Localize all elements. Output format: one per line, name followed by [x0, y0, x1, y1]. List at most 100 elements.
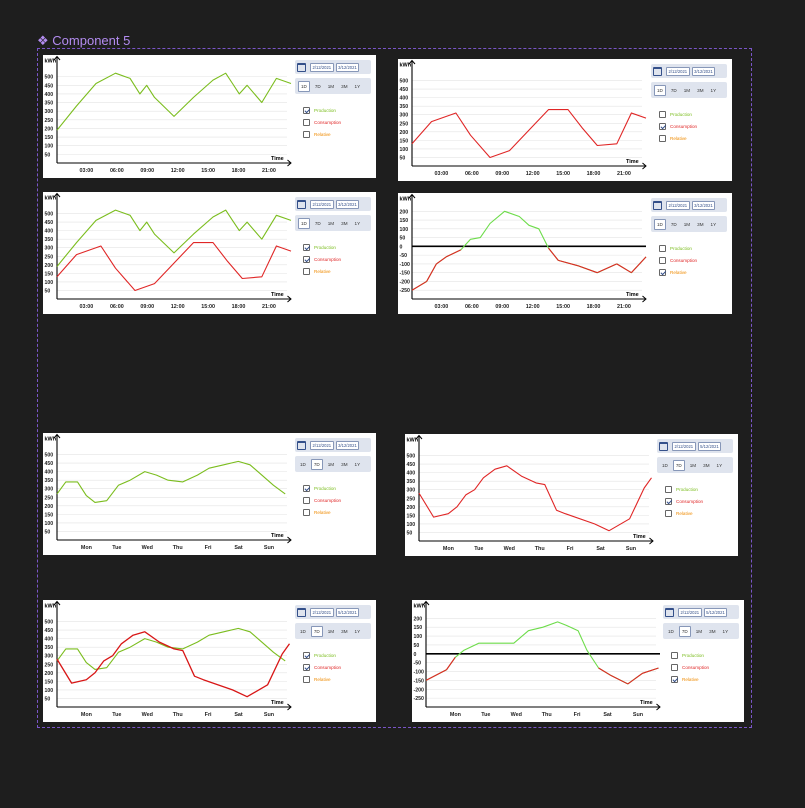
date-end-field[interactable]: 3/12/2021 — [335, 440, 360, 450]
period-button-1y[interactable]: 1Y — [721, 627, 731, 636]
checkbox-relative[interactable] — [665, 509, 672, 517]
legend-item-relative[interactable]: Relative — [665, 507, 733, 519]
checkbox-relative[interactable] — [303, 267, 310, 275]
period-button-3m[interactable]: 3M — [707, 627, 717, 636]
calendar-icon[interactable] — [297, 607, 306, 617]
period-button-1d[interactable]: 1D — [660, 461, 670, 470]
period-button-7d[interactable]: 7D — [313, 82, 323, 91]
date-end-field[interactable]: 5/12/2021 — [703, 607, 728, 617]
date-range-picker[interactable]: 2/12/2021 3/12/2021 — [295, 60, 371, 74]
legend-item-consumption[interactable]: Consumption — [303, 494, 371, 506]
legend-item-relative[interactable]: Relative — [659, 132, 727, 144]
period-button-7d[interactable]: 7D — [672, 459, 685, 471]
legend-item-consumption[interactable]: Consumption — [671, 661, 739, 673]
period-button-1m[interactable]: 1M — [326, 627, 336, 636]
period-button-1d[interactable]: 1D — [666, 627, 676, 636]
checkbox-relative[interactable] — [303, 675, 310, 683]
checkbox-relative[interactable] — [659, 268, 666, 276]
date-end-field[interactable]: 3/12/2021 — [691, 200, 716, 210]
period-button-3m[interactable]: 3M — [701, 461, 711, 470]
date-range-picker[interactable]: 2/12/2021 5/12/2021 — [663, 605, 739, 619]
date-start-field[interactable]: 2/12/2021 — [310, 607, 334, 617]
calendar-icon[interactable] — [659, 441, 668, 451]
date-range-picker[interactable]: 2/12/2021 3/12/2021 — [295, 438, 371, 452]
legend-item-relative[interactable]: Relative — [303, 673, 371, 685]
period-button-3m[interactable]: 3M — [695, 86, 705, 95]
date-start-field[interactable]: 2/12/2021 — [678, 607, 702, 617]
period-button-3m[interactable]: 3M — [339, 627, 349, 636]
period-button-1d[interactable]: 1D — [298, 80, 310, 92]
checkbox-consumption[interactable] — [303, 496, 310, 504]
date-start-field[interactable]: 2/12/2021 — [672, 441, 696, 451]
checkbox-production[interactable] — [659, 244, 666, 252]
calendar-icon[interactable] — [297, 199, 306, 209]
legend-item-production[interactable]: Production — [665, 483, 733, 495]
date-start-field[interactable]: 2/12/2021 — [310, 199, 334, 209]
period-button-7d[interactable]: 7D — [669, 220, 679, 229]
checkbox-relative[interactable] — [303, 508, 310, 516]
period-button-7d[interactable]: 7D — [310, 458, 323, 470]
legend-item-production[interactable]: Production — [659, 108, 727, 120]
calendar-icon[interactable] — [297, 440, 306, 450]
calendar-icon[interactable] — [297, 62, 306, 72]
period-button-1m[interactable]: 1M — [326, 82, 336, 91]
legend-item-production[interactable]: Production — [671, 649, 739, 661]
date-range-picker[interactable]: 2/12/2021 5/12/2021 — [295, 605, 371, 619]
date-end-field[interactable]: 3/12/2021 — [691, 66, 716, 76]
checkbox-production[interactable] — [303, 651, 310, 659]
period-button-1d[interactable]: 1D — [298, 460, 308, 469]
checkbox-consumption[interactable] — [665, 497, 672, 505]
legend-item-consumption[interactable]: Consumption — [303, 253, 371, 265]
legend-item-relative[interactable]: Relative — [303, 506, 371, 518]
legend-item-consumption[interactable]: Consumption — [303, 116, 371, 128]
period-button-3m[interactable]: 3M — [339, 219, 349, 228]
checkbox-consumption[interactable] — [303, 255, 310, 263]
legend-item-production[interactable]: Production — [303, 104, 371, 116]
date-start-field[interactable]: 2/12/2021 — [666, 66, 690, 76]
date-range-picker[interactable]: 2/12/2021 5/12/2021 — [657, 439, 733, 453]
date-start-field[interactable]: 2/12/2021 — [666, 200, 690, 210]
period-button-1d[interactable]: 1D — [654, 84, 666, 96]
period-button-7d[interactable]: 7D — [669, 86, 679, 95]
legend-item-production[interactable]: Production — [303, 482, 371, 494]
date-end-field[interactable]: 5/12/2021 — [697, 441, 722, 451]
checkbox-consumption[interactable] — [659, 256, 666, 264]
period-button-1m[interactable]: 1M — [326, 460, 336, 469]
legend-item-relative[interactable]: Relative — [671, 673, 739, 685]
checkbox-production[interactable] — [665, 485, 672, 493]
period-button-1y[interactable]: 1Y — [353, 82, 363, 91]
checkbox-production[interactable] — [303, 484, 310, 492]
checkbox-consumption[interactable] — [659, 122, 666, 130]
legend-item-consumption[interactable]: Consumption — [665, 495, 733, 507]
date-start-field[interactable]: 2/12/2021 — [310, 62, 334, 72]
legend-item-relative[interactable]: Relative — [303, 265, 371, 277]
date-start-field[interactable]: 2/12/2021 — [310, 440, 334, 450]
legend-item-relative[interactable]: Relative — [659, 266, 727, 278]
calendar-icon[interactable] — [665, 607, 674, 617]
calendar-icon[interactable] — [653, 200, 662, 210]
checkbox-consumption[interactable] — [671, 663, 678, 671]
period-button-7d[interactable]: 7D — [678, 625, 691, 637]
legend-item-consumption[interactable]: Consumption — [659, 254, 727, 266]
checkbox-relative[interactable] — [303, 130, 310, 138]
checkbox-relative[interactable] — [659, 134, 666, 142]
legend-item-production[interactable]: Production — [303, 649, 371, 661]
period-button-1y[interactable]: 1Y — [709, 86, 719, 95]
period-button-1y[interactable]: 1Y — [353, 627, 363, 636]
legend-item-consumption[interactable]: Consumption — [659, 120, 727, 132]
period-button-3m[interactable]: 3M — [695, 220, 705, 229]
legend-item-production[interactable]: Production — [659, 242, 727, 254]
period-button-1y[interactable]: 1Y — [353, 219, 363, 228]
date-end-field[interactable]: 3/12/2021 — [335, 62, 360, 72]
period-button-1m[interactable]: 1M — [326, 219, 336, 228]
checkbox-production[interactable] — [659, 110, 666, 118]
period-button-3m[interactable]: 3M — [339, 460, 349, 469]
period-button-1m[interactable]: 1M — [688, 461, 698, 470]
period-button-7d[interactable]: 7D — [310, 625, 323, 637]
legend-item-relative[interactable]: Relative — [303, 128, 371, 140]
period-button-1d[interactable]: 1D — [654, 218, 666, 230]
date-range-picker[interactable]: 2/12/2021 3/12/2021 — [295, 197, 371, 211]
calendar-icon[interactable] — [653, 66, 662, 76]
checkbox-production[interactable] — [671, 651, 678, 659]
period-button-1d[interactable]: 1D — [298, 627, 308, 636]
